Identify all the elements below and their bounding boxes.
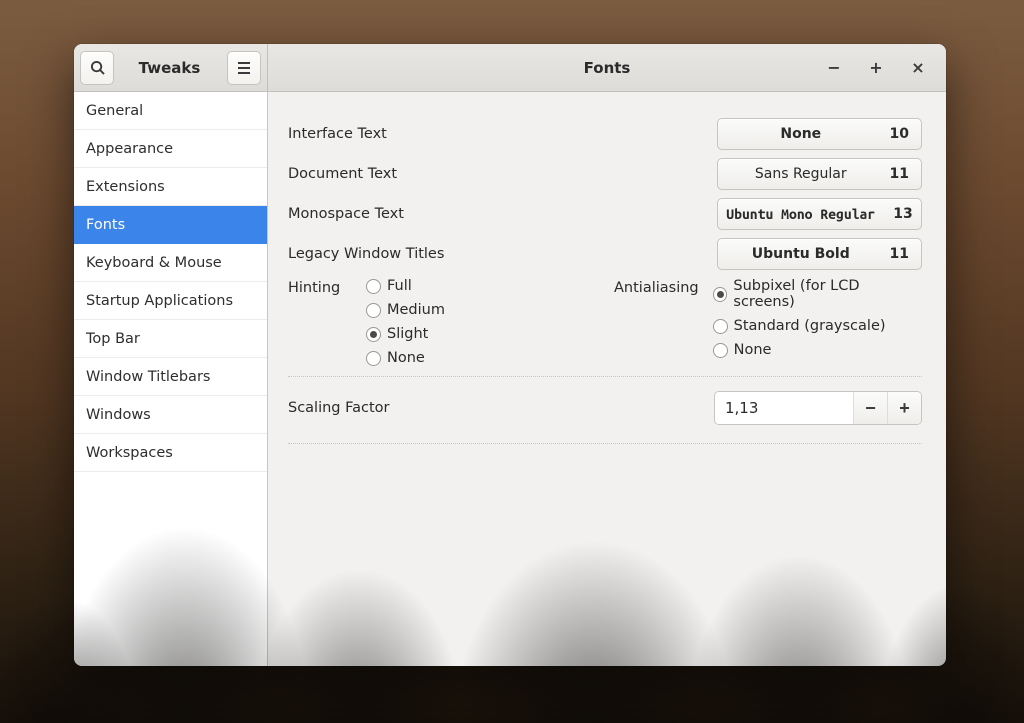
scaling-increment[interactable]: + — [887, 392, 921, 424]
radio-label: None — [734, 342, 772, 358]
font-row-label: Legacy Window Titles — [288, 246, 703, 262]
headerbar: Tweaks Fonts − + × — [74, 44, 946, 92]
app-title: Tweaks — [120, 59, 221, 77]
radio-option[interactable]: Medium — [366, 302, 445, 318]
close-button[interactable]: × — [906, 56, 930, 80]
font-selector-button[interactable]: None 10 — [717, 118, 922, 150]
sidebar-item-workspaces[interactable]: Workspaces — [74, 434, 267, 472]
desktop-wallpaper: Tweaks Fonts − + × GeneralAppearanceExte… — [0, 0, 1024, 723]
radio-label: Full — [387, 278, 412, 294]
radio-label: Slight — [387, 326, 428, 342]
font-row-0: Interface Text None 10 — [288, 114, 922, 154]
sidebar-item-windows[interactable]: Windows — [74, 396, 267, 434]
sidebar-item-appearance[interactable]: Appearance — [74, 130, 267, 168]
antialiasing-label: Antialiasing — [614, 278, 703, 296]
scaling-label: Scaling Factor — [288, 400, 714, 416]
font-size: 11 — [890, 246, 909, 262]
font-selector-button[interactable]: Ubuntu Mono Regular 13 — [717, 198, 922, 230]
font-size: 10 — [890, 126, 909, 142]
menu-button[interactable] — [227, 51, 261, 85]
search-icon — [90, 60, 105, 75]
font-name: Sans Regular — [730, 166, 872, 182]
font-name: Ubuntu Bold — [730, 246, 872, 262]
sidebar-item-window-titlebars[interactable]: Window Titlebars — [74, 358, 267, 396]
radio-dot-icon — [366, 279, 381, 294]
menu-icon — [237, 62, 251, 74]
sidebar-item-general[interactable]: General — [74, 92, 267, 130]
search-button[interactable] — [80, 51, 114, 85]
radio-option[interactable]: Slight — [366, 326, 445, 342]
scaling-decrement[interactable]: − — [853, 392, 887, 424]
sidebar-item-fonts[interactable]: Fonts — [74, 206, 267, 244]
sidebar-item-top-bar[interactable]: Top Bar — [74, 320, 267, 358]
radio-option[interactable]: Standard (grayscale) — [713, 318, 922, 334]
sidebar-item-startup-applications[interactable]: Startup Applications — [74, 282, 267, 320]
headerbar-left: Tweaks — [74, 44, 268, 91]
scaling-input[interactable] — [715, 392, 853, 424]
maximize-button[interactable]: + — [864, 56, 888, 80]
radio-option[interactable]: Full — [366, 278, 445, 294]
antialiasing-section: Antialiasing Subpixel (for LCD screens) S… — [614, 278, 922, 366]
window-controls: − + × — [822, 44, 940, 91]
radio-label: Medium — [387, 302, 445, 318]
font-selector-button[interactable]: Sans Regular 11 — [717, 158, 922, 190]
hinting-section: Hinting Full Medium Slight None — [288, 278, 596, 366]
radio-label: Standard (grayscale) — [734, 318, 886, 334]
scaling-spinbutton: − + — [714, 391, 922, 425]
page-title: Fonts — [584, 59, 631, 77]
hinting-label: Hinting — [288, 278, 356, 296]
font-row-3: Legacy Window Titles Ubuntu Bold 11 — [288, 234, 922, 274]
radio-label: None — [387, 350, 425, 366]
sidebar-item-extensions[interactable]: Extensions — [74, 168, 267, 206]
radio-option[interactable]: Subpixel (for LCD screens) — [713, 278, 922, 310]
radio-dot-icon — [713, 343, 728, 358]
radio-label: Subpixel (for LCD screens) — [733, 278, 922, 310]
sidebar: GeneralAppearanceExtensionsFontsKeyboard… — [74, 92, 268, 666]
radio-grid: Hinting Full Medium Slight None Antialiasin… — [288, 278, 922, 366]
radio-dot-icon — [366, 303, 381, 318]
font-row-label: Monospace Text — [288, 206, 703, 222]
radio-dot-icon — [366, 327, 381, 342]
scaling-row: Scaling Factor − + — [288, 376, 922, 444]
content-fonts: Interface Text None 10 Document Text Sans Re… — [268, 92, 946, 666]
minimize-button[interactable]: − — [822, 56, 846, 80]
radio-dot-icon — [366, 351, 381, 366]
sidebar-item-keyboard-mouse[interactable]: Keyboard & Mouse — [74, 244, 267, 282]
radio-dot-icon — [713, 287, 728, 302]
headerbar-right: Fonts − + × — [268, 44, 946, 91]
font-row-label: Document Text — [288, 166, 703, 182]
font-row-label: Interface Text — [288, 126, 703, 142]
radio-option[interactable]: None — [366, 350, 445, 366]
window-body: GeneralAppearanceExtensionsFontsKeyboard… — [74, 92, 946, 666]
font-row-1: Document Text Sans Regular 11 — [288, 154, 922, 194]
font-row-2: Monospace Text Ubuntu Mono Regular 13 — [288, 194, 922, 234]
font-size: 13 — [893, 206, 912, 222]
tweaks-window: Tweaks Fonts − + × GeneralAppearanceExte… — [74, 44, 946, 666]
font-size: 11 — [890, 166, 909, 182]
font-selector-button[interactable]: Ubuntu Bold 11 — [717, 238, 922, 270]
radio-dot-icon — [713, 319, 728, 334]
radio-option[interactable]: None — [713, 342, 922, 358]
font-name: Ubuntu Mono Regular — [726, 206, 875, 222]
font-name: None — [730, 126, 872, 142]
